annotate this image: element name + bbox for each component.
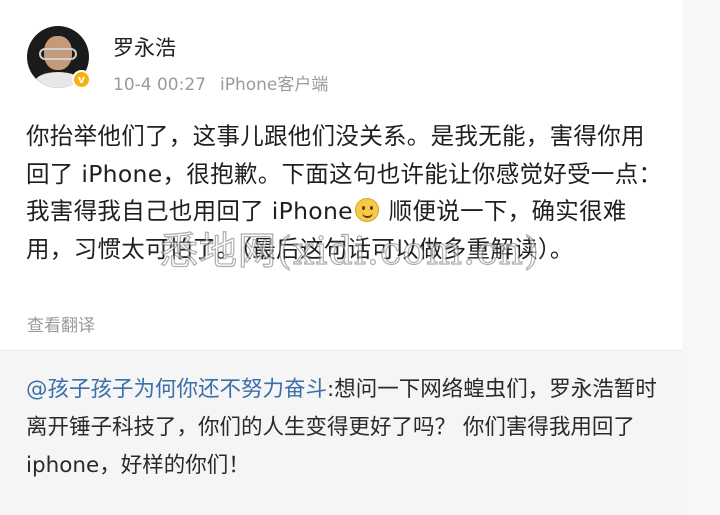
repost-text: @孩子孩子为何你还不努力奋斗:想问一下网络蝗虫们，罗永浩暂时离开锤子科技了，你们… [26, 371, 666, 485]
page-edge [682, 0, 720, 515]
watermark: 悉地网(xidi.com.cn) [159, 228, 540, 273]
smile-emoji-icon [354, 198, 379, 222]
post-meta: 10-4 00:27 iPhone客户端 [113, 70, 328, 95]
post-source[interactable]: iPhone客户端 [220, 75, 328, 95]
post-timestamp: 10-4 00:27 [113, 75, 206, 95]
username[interactable]: 罗永浩 [113, 32, 176, 62]
avatar-glasses [39, 48, 77, 60]
repost-mention-link[interactable]: @孩子孩子为何你还不努力奋斗 [26, 377, 327, 402]
translate-link[interactable]: 查看翻译 [27, 311, 95, 336]
verified-v-icon: v [72, 70, 91, 89]
